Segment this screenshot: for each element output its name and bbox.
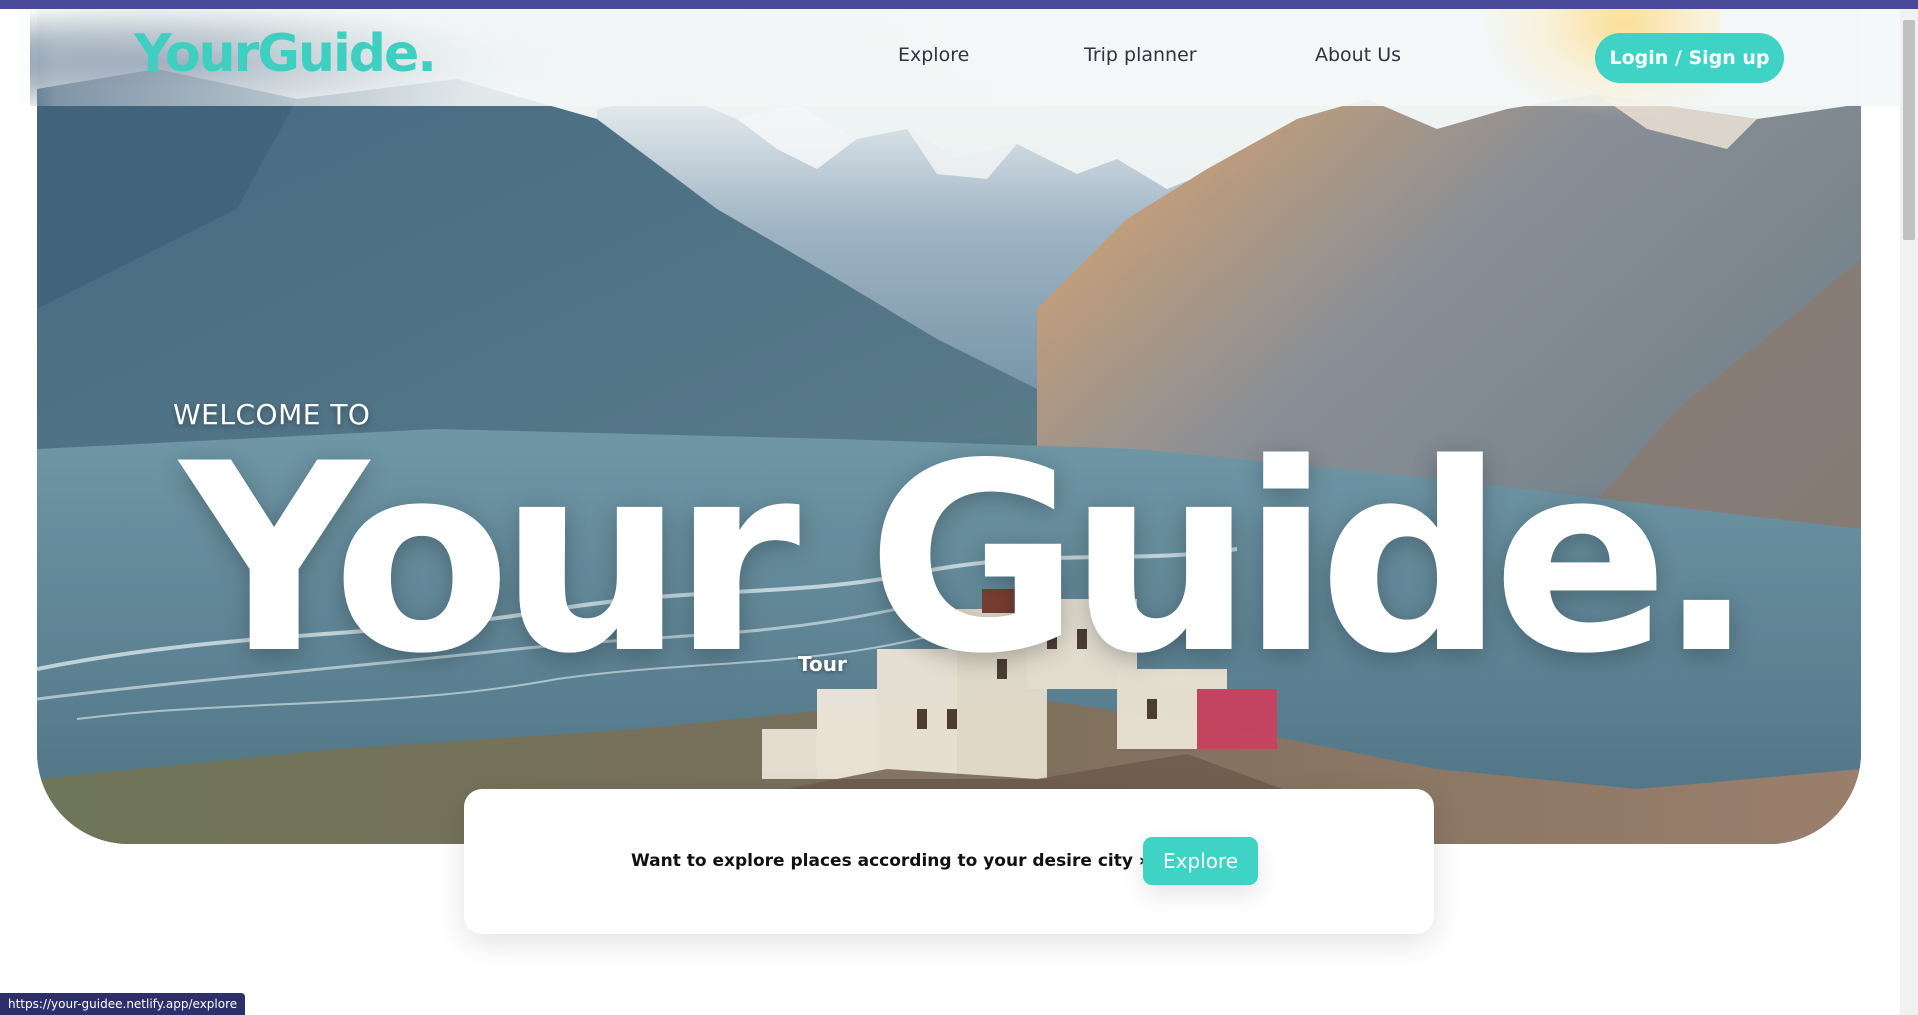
explore-button[interactable]: Explore [1143,837,1258,885]
nav-explore[interactable]: Explore [898,44,969,66]
nav-trip-planner[interactable]: Trip planner [1084,44,1197,66]
nav-about-us[interactable]: About Us [1315,44,1401,66]
explore-prompt-text: Want to explore places according to your… [631,851,1161,871]
page: YourGuide. Explore Trip planner About Us… [0,0,1918,1015]
status-bar-url: https://your-guidee.netlify.app/explore [0,993,246,1015]
hero-title: Your Guide. [180,409,1756,711]
explore-card: Want to explore places according to your… [464,789,1434,934]
scrollbar-thumb[interactable] [1903,20,1915,240]
site-logo[interactable]: YourGuide. [134,22,437,86]
login-signup-button[interactable]: Login / Sign up [1595,33,1784,83]
top-accent-strip [0,0,1918,9]
hero-tour-label: Tour [798,652,847,676]
